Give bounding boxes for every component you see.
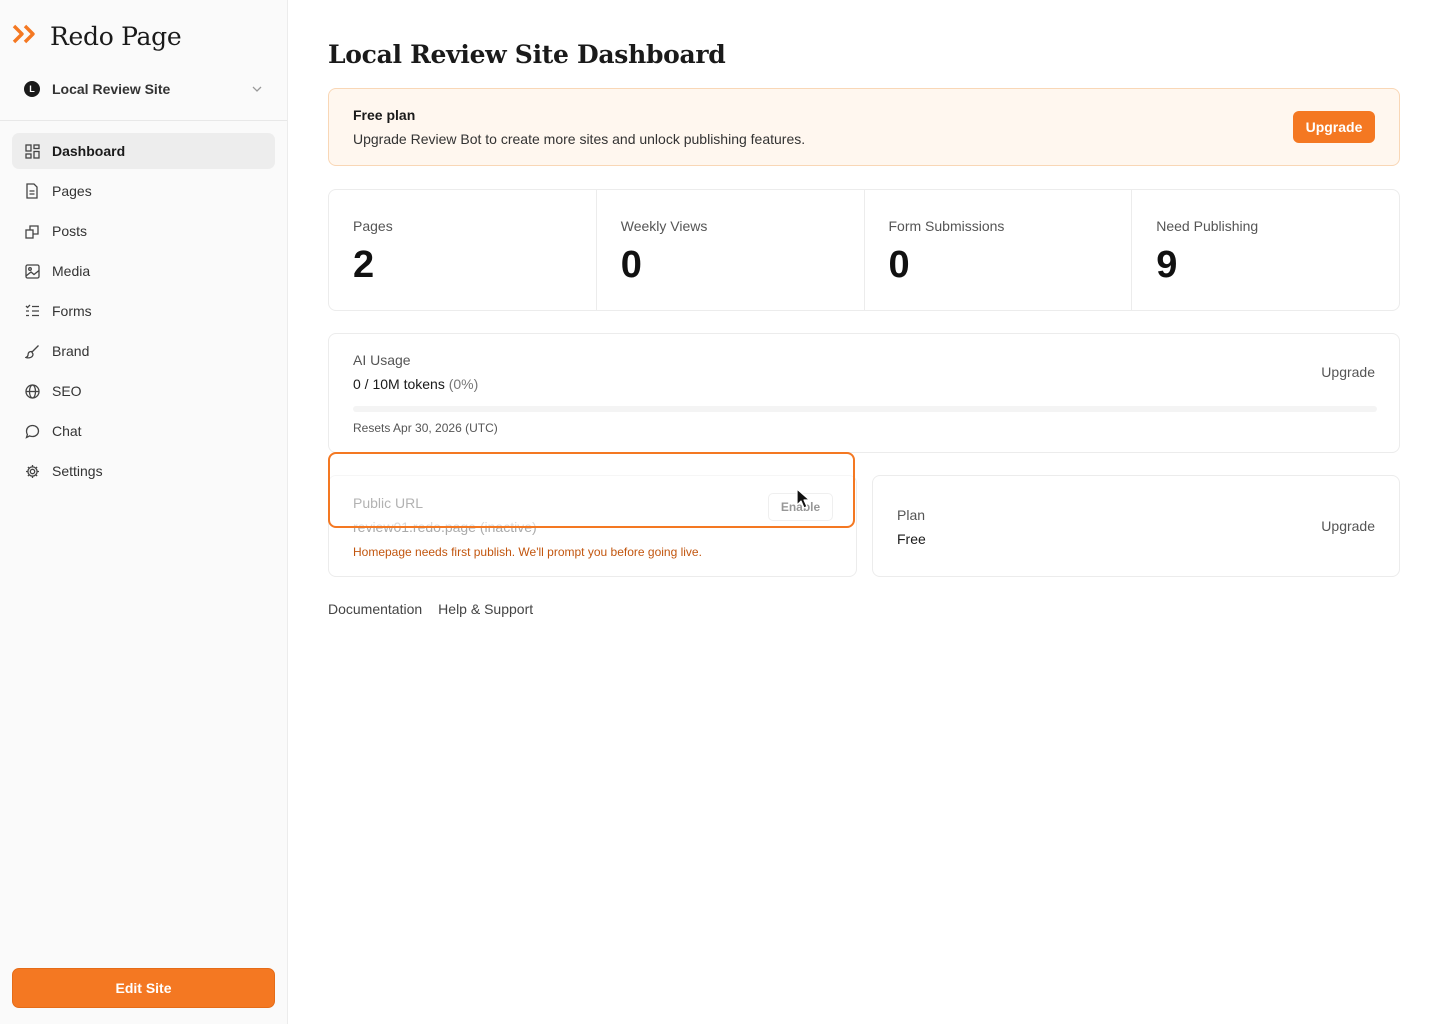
stat-label: Weekly Views (620, 218, 708, 234)
ai-usage-tokens: 0 / 10M tokens (353, 376, 445, 392)
plan-banner-title: Free plan (353, 107, 416, 123)
stat-value: 0 (888, 244, 910, 286)
redo-chevrons-icon (12, 23, 40, 50)
sidebar-item-media[interactable]: Media (12, 253, 275, 289)
stat-value: 0 (620, 244, 642, 286)
plan-banner: Free plan Upgrade Review Bot to create m… (328, 88, 1400, 166)
globe-icon (24, 383, 40, 399)
ai-usage-value: 0 / 10M tokens (0%) (353, 376, 478, 392)
sidebar-item-label: SEO (52, 383, 82, 399)
plan-card: Plan Free Upgrade (872, 475, 1400, 577)
stat-weekly-views: Weekly Views 0 (597, 190, 865, 310)
sidebar: Redo Page L Local Review Site Dashboard … (0, 0, 288, 1024)
sidebar-item-brand[interactable]: Brand (12, 333, 275, 369)
sidebar-item-seo[interactable]: SEO (12, 373, 275, 409)
stat-label: Form Submissions (888, 218, 1005, 234)
plan-upgrade-link[interactable]: Upgrade (1321, 518, 1375, 534)
ai-usage-resets: Resets Apr 30, 2026 (UTC) (353, 421, 498, 435)
public-url-value: review01.redo.page (inactive) (353, 519, 537, 535)
site-avatar: L (24, 81, 40, 97)
plan-banner-description: Upgrade Review Bot to create more sites … (353, 131, 806, 147)
site-name: Local Review Site (52, 81, 171, 97)
public-url-label: Public URL (353, 495, 424, 511)
upgrade-button[interactable]: Upgrade (1293, 111, 1375, 143)
sidebar-nav: Dashboard Pages Posts Media Forms Brand … (12, 133, 275, 493)
sidebar-item-label: Chat (52, 423, 82, 439)
sidebar-item-label: Media (52, 263, 91, 279)
plan-value: Free (897, 531, 926, 547)
stat-need-publishing: Need Publishing 9 (1132, 190, 1399, 310)
mouse-cursor-icon (796, 488, 812, 515)
stat-form-submissions: Form Submissions 0 (865, 190, 1133, 310)
stat-label: Pages (353, 218, 393, 234)
plan-label: Plan (897, 507, 926, 523)
chevron-down-icon (252, 84, 262, 95)
page-title: Local Review Site Dashboard (328, 40, 726, 69)
sidebar-item-label: Forms (52, 303, 92, 319)
sidebar-item-label: Pages (52, 183, 92, 199)
ai-usage-upgrade-link[interactable]: Upgrade (1321, 364, 1375, 380)
sidebar-item-posts[interactable]: Posts (12, 213, 275, 249)
sidebar-item-label: Brand (52, 343, 90, 359)
stats-panel: Pages 2 Weekly Views 0 Form Submissions … (328, 189, 1400, 311)
image-icon (24, 263, 40, 279)
sidebar-item-label: Settings (52, 463, 103, 479)
gear-icon (24, 463, 40, 479)
public-url-card: Public URL review01.redo.page (inactive)… (328, 475, 857, 577)
ai-usage-label: AI Usage (353, 352, 411, 368)
sidebar-item-pages[interactable]: Pages (12, 173, 275, 209)
public-url-warning: Homepage needs first publish. We'll prom… (353, 545, 702, 559)
dashboard-icon (24, 143, 40, 159)
sidebar-item-label: Dashboard (52, 143, 126, 159)
sidebar-item-settings[interactable]: Settings (12, 453, 275, 489)
chat-icon (24, 423, 40, 439)
brand-name: Redo Page (50, 22, 182, 51)
list-icon (24, 303, 40, 319)
sidebar-item-forms[interactable]: Forms (12, 293, 275, 329)
edit-site-button[interactable]: Edit Site (12, 968, 275, 1008)
documentation-link[interactable]: Documentation (328, 601, 422, 617)
brand-logo[interactable]: Redo Page (12, 22, 182, 51)
posts-icon (24, 223, 40, 239)
sidebar-item-chat[interactable]: Chat (12, 413, 275, 449)
footer-links: Documentation Help & Support (328, 601, 533, 617)
sidebar-item-label: Posts (52, 223, 88, 239)
brush-icon (24, 343, 40, 359)
stat-pages: Pages 2 (329, 190, 597, 310)
site-switcher[interactable]: L Local Review Site (12, 72, 274, 106)
sidebar-item-dashboard[interactable]: Dashboard (12, 133, 275, 169)
stat-value: 9 (1156, 244, 1178, 286)
ai-usage-progress-bar (353, 406, 1377, 412)
help-support-link[interactable]: Help & Support (438, 601, 533, 617)
file-icon (24, 183, 40, 199)
sidebar-divider (0, 120, 287, 121)
stat-label: Need Publishing (1156, 218, 1259, 234)
ai-usage-percent: (0%) (448, 376, 479, 392)
ai-usage-card: AI Usage 0 / 10M tokens (0%) Resets Apr … (328, 333, 1400, 453)
stat-value: 2 (353, 244, 375, 286)
